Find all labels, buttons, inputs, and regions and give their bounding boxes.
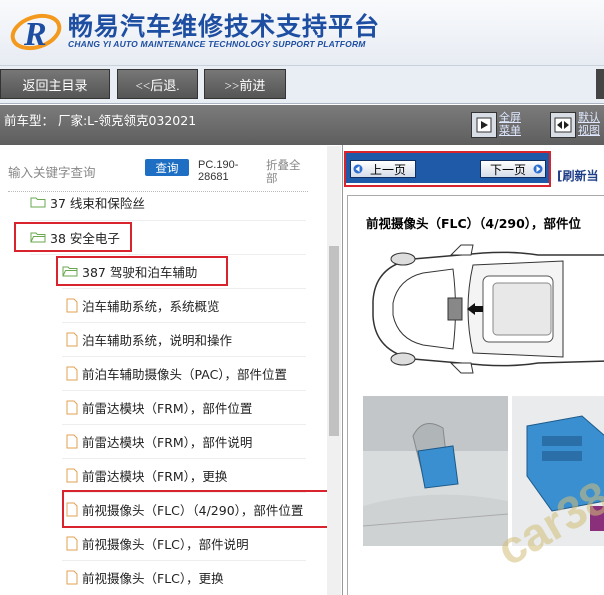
collapse-all-link[interactable]: 折叠全部 xyxy=(266,159,301,185)
tree-item-label: 387 驾驶和泊车辅助 xyxy=(82,264,198,280)
app-header: R 畅易汽车维修技术支持平台 CHANG YI AUTO MAINTENANCE… xyxy=(0,0,604,66)
catalog-scrollbar[interactable] xyxy=(327,146,341,595)
next-page-button[interactable]: 下一页 xyxy=(480,160,546,178)
folder-open-icon xyxy=(62,265,78,277)
folder-icon xyxy=(30,196,46,208)
tree-item-label: 前雷达模块（FRM），部件说明 xyxy=(82,434,253,450)
platform-title: 畅易汽车维修技术支持平台 xyxy=(68,12,381,41)
refresh-link[interactable]: [刷新当 xyxy=(557,167,599,184)
tree-doc-item[interactable]: 前泊车辅助摄像头（PAC），部件位置 xyxy=(66,356,287,390)
default-view-link[interactable]: 默认 视图 xyxy=(578,111,600,137)
tree-doc-item[interactable]: 前视摄像头（FLC），更换 xyxy=(66,560,224,594)
camera-mount-photo xyxy=(363,396,508,546)
document-icon xyxy=(66,536,78,551)
tree-doc-item[interactable]: 前雷达模块（FRM），部件位置 xyxy=(66,390,252,424)
tree-item-37[interactable]: 37 线束和保险丝 xyxy=(30,185,145,219)
prev-page-label: 上一页 xyxy=(369,162,406,177)
page-nav-bar: 上一页 下一页 [刷新当 xyxy=(344,151,604,189)
tree-doc-item[interactable]: 前雷达模块（FRM），部件说明 xyxy=(66,424,252,458)
tree-doc-item[interactable]: 泊车辅助系统，说明和操作 xyxy=(66,322,232,356)
nav-toolbar: 返回主目录 <<后退. >>前进 xyxy=(0,66,604,104)
tree-item-label: 前视摄像头（FLC），部件说明 xyxy=(82,536,249,552)
tree-item-38[interactable]: 38 安全电子 xyxy=(30,220,120,254)
tree-item-label: 泊车辅助系统，说明和操作 xyxy=(82,332,233,348)
tree-doc-item[interactable]: 前雷达模块（FRM），更换 xyxy=(66,458,227,492)
document-icon xyxy=(66,434,78,449)
arrow-left-icon xyxy=(353,164,363,174)
document-icon xyxy=(66,366,78,381)
fullscreen-menu-link[interactable]: 全屏 菜单 xyxy=(499,111,521,137)
tree-item-label: 前雷达模块（FRM），部件位置 xyxy=(82,400,253,416)
platform-logo-icon: R xyxy=(10,13,62,53)
fullscreen-menu-button[interactable] xyxy=(471,112,497,138)
car-model-bar: 前车型： 厂家:L-领克领克032021 全屏 菜单 默认 视图 xyxy=(0,105,604,145)
document-icon xyxy=(66,468,78,483)
tree-item-label: 37 线束和保险丝 xyxy=(50,195,145,211)
split-view-icon xyxy=(554,117,572,133)
search-input[interactable]: 输入关键字查询 xyxy=(8,162,96,181)
forward-button[interactable]: >>前进 xyxy=(204,69,286,99)
document-icon xyxy=(66,332,78,347)
document-icon xyxy=(66,570,78,585)
pc-code: PC.190- 28681 xyxy=(198,159,239,183)
next-page-label: 下一页 xyxy=(489,162,526,177)
tree-doc-item[interactable]: 前视摄像头（FLC），部件说明 xyxy=(66,526,249,560)
tree-item-label: 前泊车辅助摄像头（PAC），部件位置 xyxy=(82,366,288,382)
tree-item-387[interactable]: 387 驾驶和泊车辅助 xyxy=(62,254,197,288)
platform-subtitle: CHANG YI AUTO MAINTENANCE TECHNOLOGY SUP… xyxy=(68,39,366,49)
document-icon xyxy=(66,298,78,313)
prev-page-button[interactable]: 上一页 xyxy=(350,160,416,178)
logo-letter: R xyxy=(23,16,47,53)
document-icon xyxy=(66,400,78,415)
document-page: 前视摄像头（FLC）（4/290），部件位 car38 xyxy=(347,195,604,595)
default-view-button[interactable] xyxy=(550,112,576,138)
document-icon xyxy=(66,502,78,517)
document-viewer: 上一页 下一页 [刷新当 前视摄像头（FLC）（4/290），部件位 car38 xyxy=(344,145,604,595)
catalog-panel: 输入关键字查询 查询 PC.190- 28681 折叠全部 37 线束和保险丝 3… xyxy=(0,145,343,595)
tree-doc-item-selected[interactable]: 前视摄像头（FLC）（4/290），部件位置 xyxy=(66,492,303,526)
scroll-thumb[interactable] xyxy=(329,246,339,436)
home-button[interactable]: 返回主目录 xyxy=(0,69,110,99)
search-button[interactable]: 查询 xyxy=(145,159,189,176)
document-title: 前视摄像头（FLC）（4/290），部件位 xyxy=(366,216,582,231)
tree-item-label: 前雷达模块（FRM），更换 xyxy=(82,468,228,484)
current-model-label: 前车型： 厂家:L-领克领克032021 xyxy=(4,113,197,128)
car-top-view-diagram xyxy=(372,244,604,374)
tree-doc-item[interactable]: 泊车辅助系统，系统概览 xyxy=(66,288,220,322)
play-icon xyxy=(476,117,492,133)
folder-open-icon xyxy=(30,231,46,243)
tree-item-label: 38 安全电子 xyxy=(50,230,120,246)
tree-item-label: 前视摄像头（FLC）（4/290），部件位置 xyxy=(82,502,304,518)
toolbar-edge-button[interactable] xyxy=(596,69,604,99)
arrow-right-icon xyxy=(533,164,543,174)
tree-item-label: 泊车辅助系统，系统概览 xyxy=(82,298,220,314)
page-nav-background: 上一页 下一页 xyxy=(346,153,549,183)
back-button[interactable]: <<后退. xyxy=(117,69,198,99)
tree-item-label: 前视摄像头（FLC），更换 xyxy=(82,570,224,586)
